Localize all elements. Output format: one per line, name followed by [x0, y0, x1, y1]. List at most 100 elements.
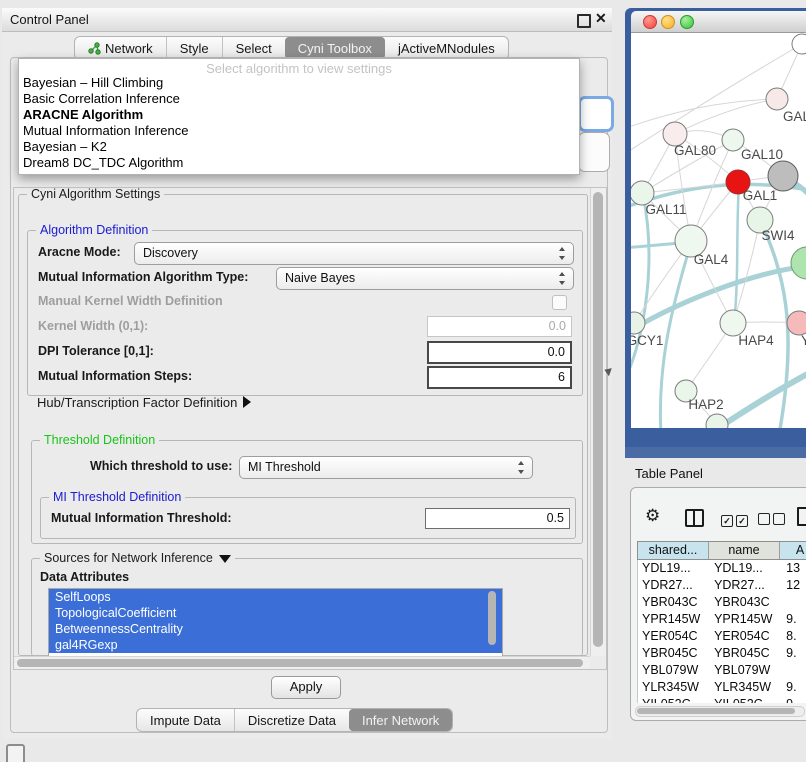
columns-icon[interactable]	[685, 509, 704, 527]
table-horizontal-scrollbar-thumb[interactable]	[637, 708, 795, 714]
vertical-scrollbar[interactable]	[590, 188, 606, 656]
list-scrollbar-thumb[interactable]	[488, 591, 496, 645]
network-canvas-svg: GAL7GAL80GAL10GAL1GAL11SWI4GAL4GCY1HAP4Y…	[631, 33, 806, 428]
data-attributes-list[interactable]: SelfLoopsTopologicalCoefficientBetweenne…	[48, 588, 503, 657]
algorithm-definition-group: Algorithm Definition Aracne Mode: Discov…	[27, 230, 583, 396]
cyni-bottom-tabbar: Impute Data Discretize Data Infer Networ…	[136, 708, 453, 732]
attribute-item[interactable]: SelfLoops	[49, 589, 502, 605]
table-row[interactable]: YBR043CYBR043C	[638, 594, 806, 611]
attribute-item[interactable]: TopologicalCoefficient	[49, 605, 502, 621]
collapsed-arrow-icon	[243, 396, 251, 408]
table-row[interactable]: YIL052CYIL052C9.	[638, 696, 806, 703]
kernel-width-label: Kernel Width (0,1):	[38, 316, 148, 337]
table-toolbar: ⚙ ✓✓	[631, 488, 806, 538]
network-window-titlebar	[631, 11, 806, 33]
network-canvas[interactable]: GAL7GAL80GAL10GAL1GAL11SWI4GAL4GCY1HAP4Y…	[631, 33, 806, 428]
which-threshold-label: Which threshold to use:	[90, 456, 232, 477]
tab-discretize-data[interactable]: Discretize Data	[234, 709, 349, 731]
control-panel-window: Control Panel ✕ Network Style Select Cyn…	[2, 8, 612, 739]
algorithm-option[interactable]: ARACNE Algorithm	[19, 107, 579, 123]
algorithm-option[interactable]: Bayesian – Hill Climbing	[19, 75, 579, 91]
node-table-body: YDL19...YDL19...13YDR27...YDR27...12YBR0…	[637, 560, 806, 703]
network-edge[interactable]	[675, 99, 777, 134]
mi-threshold-field[interactable]: 0.5	[425, 508, 570, 529]
column-header-partial[interactable]: A	[780, 542, 806, 559]
network-node[interactable]	[791, 247, 806, 279]
minimized-panel-icon[interactable]	[6, 744, 25, 762]
tab-style[interactable]: Style	[166, 37, 222, 59]
node-table: shared... name A YDL19...YDL19...13YDR27…	[637, 541, 806, 703]
close-icon[interactable]: ✕	[595, 10, 607, 27]
attribute-item[interactable]: gal4RGexp	[49, 637, 502, 653]
mi-algorithm-type-combo[interactable]: Naive Bayes	[276, 267, 574, 290]
table-row[interactable]: YPR145WYPR145W9.	[638, 611, 806, 628]
tab-network[interactable]: Network	[75, 37, 166, 59]
deselect-all-icon[interactable]	[758, 513, 788, 528]
table-row[interactable]: YBR045CYBR045C9.	[638, 645, 806, 662]
node-table-header: shared... name A	[637, 541, 806, 560]
node-label: GAL4	[694, 252, 729, 267]
focused-combo-edge	[578, 96, 614, 132]
tab-cyni-toolbox[interactable]: Cyni Toolbox	[285, 37, 385, 59]
node-label: HAP4	[738, 333, 774, 348]
network-node-y[interactable]	[787, 311, 806, 335]
cyni-algorithm-settings-title: Cyni Algorithm Settings	[27, 187, 164, 201]
dpi-tolerance-field[interactable]: 0.0	[427, 341, 572, 364]
manual-kernel-checkbox[interactable]	[552, 295, 567, 310]
network-node[interactable]	[792, 34, 806, 54]
algorithm-option[interactable]: Dream8 DC_TDC Algorithm	[19, 155, 579, 171]
mi-threshold-definition-title: MI Threshold Definition	[49, 490, 185, 504]
mi-threshold-label: Mutual Information Threshold:	[51, 508, 232, 529]
expanded-arrow-icon	[219, 555, 231, 563]
close-traffic-icon[interactable]	[643, 15, 657, 29]
algorithm-dropdown-popup: Select algorithm to view settings Bayesi…	[18, 58, 580, 175]
minimize-traffic-icon[interactable]	[661, 15, 675, 29]
gear-icon[interactable]: ⚙	[645, 506, 660, 526]
table-horizontal-scrollbar[interactable]	[635, 706, 805, 717]
mi-algorithm-type-label: Mutual Information Algorithm Type:	[38, 267, 248, 288]
select-all-icon[interactable]: ✓✓	[721, 513, 751, 527]
column-header-name[interactable]: name	[709, 542, 780, 559]
network-edge[interactable]	[734, 183, 739, 324]
horizontal-scrollbar[interactable]	[14, 656, 590, 669]
table-row[interactable]: YBL079WYBL079W	[638, 662, 806, 679]
table-row[interactable]: YLR345WYLR345W9.	[638, 679, 806, 696]
export-file-icon[interactable]	[797, 507, 806, 526]
algorithm-option[interactable]: Basic Correlation Inference	[19, 91, 579, 107]
horizontal-scrollbar-thumb[interactable]	[17, 659, 583, 667]
zoom-traffic-icon[interactable]	[680, 15, 694, 29]
algorithm-option[interactable]: Mutual Information Inference	[19, 123, 579, 139]
table-row[interactable]: YER054CYER054C8.	[638, 628, 806, 645]
aracne-mode-combo[interactable]: Discovery	[134, 242, 574, 265]
sources-title[interactable]: Sources for Network Inference	[40, 551, 235, 565]
which-threshold-combo[interactable]: MI Threshold	[239, 456, 533, 479]
hub-definition-toggle[interactable]: Hub/Transcription Factor Definition	[37, 392, 251, 413]
apply-button[interactable]: Apply	[271, 676, 341, 699]
algorithm-definition-title: Algorithm Definition	[36, 223, 152, 237]
table-row[interactable]: YDR27...YDR27...12	[638, 577, 806, 594]
node-label: HAP2	[688, 397, 723, 412]
network-node[interactable]	[768, 161, 798, 191]
float-window-icon[interactable]	[577, 14, 591, 28]
desktop-background-strip	[625, 447, 806, 458]
column-header-shared-name[interactable]: shared...	[638, 542, 709, 559]
vertical-scrollbar-thumb[interactable]	[593, 192, 603, 647]
network-node-gal7[interactable]	[766, 88, 788, 110]
kernel-width-field[interactable]: 0.0	[427, 316, 572, 337]
cyni-toolbox-panel: Select algorithm to view settings Bayesi…	[10, 57, 608, 733]
tab-jactivemnodules[interactable]: jActiveMNodules	[385, 37, 508, 59]
tab-select[interactable]: Select	[222, 37, 285, 59]
tab-impute-data[interactable]: Impute Data	[137, 709, 234, 731]
node-label: GAL7	[783, 109, 806, 124]
control-panel-titlebar: Control Panel ✕	[2, 8, 612, 32]
threshold-definition-title: Threshold Definition	[40, 433, 159, 447]
application-root: Control Panel ✕ Network Style Select Cyn…	[0, 0, 806, 762]
network-edge[interactable]	[631, 195, 649, 378]
data-attributes-label: Data Attributes	[40, 567, 129, 588]
attribute-item[interactable]: BetweennessCentrality	[49, 621, 502, 637]
tab-infer-network[interactable]: Infer Network	[349, 709, 452, 731]
algorithm-option[interactable]: Bayesian – K2	[19, 139, 579, 155]
mi-steps-field[interactable]: 6	[427, 366, 572, 389]
table-row[interactable]: YDL19...YDL19...13	[638, 560, 806, 577]
combo-arrows-icon	[518, 461, 525, 474]
